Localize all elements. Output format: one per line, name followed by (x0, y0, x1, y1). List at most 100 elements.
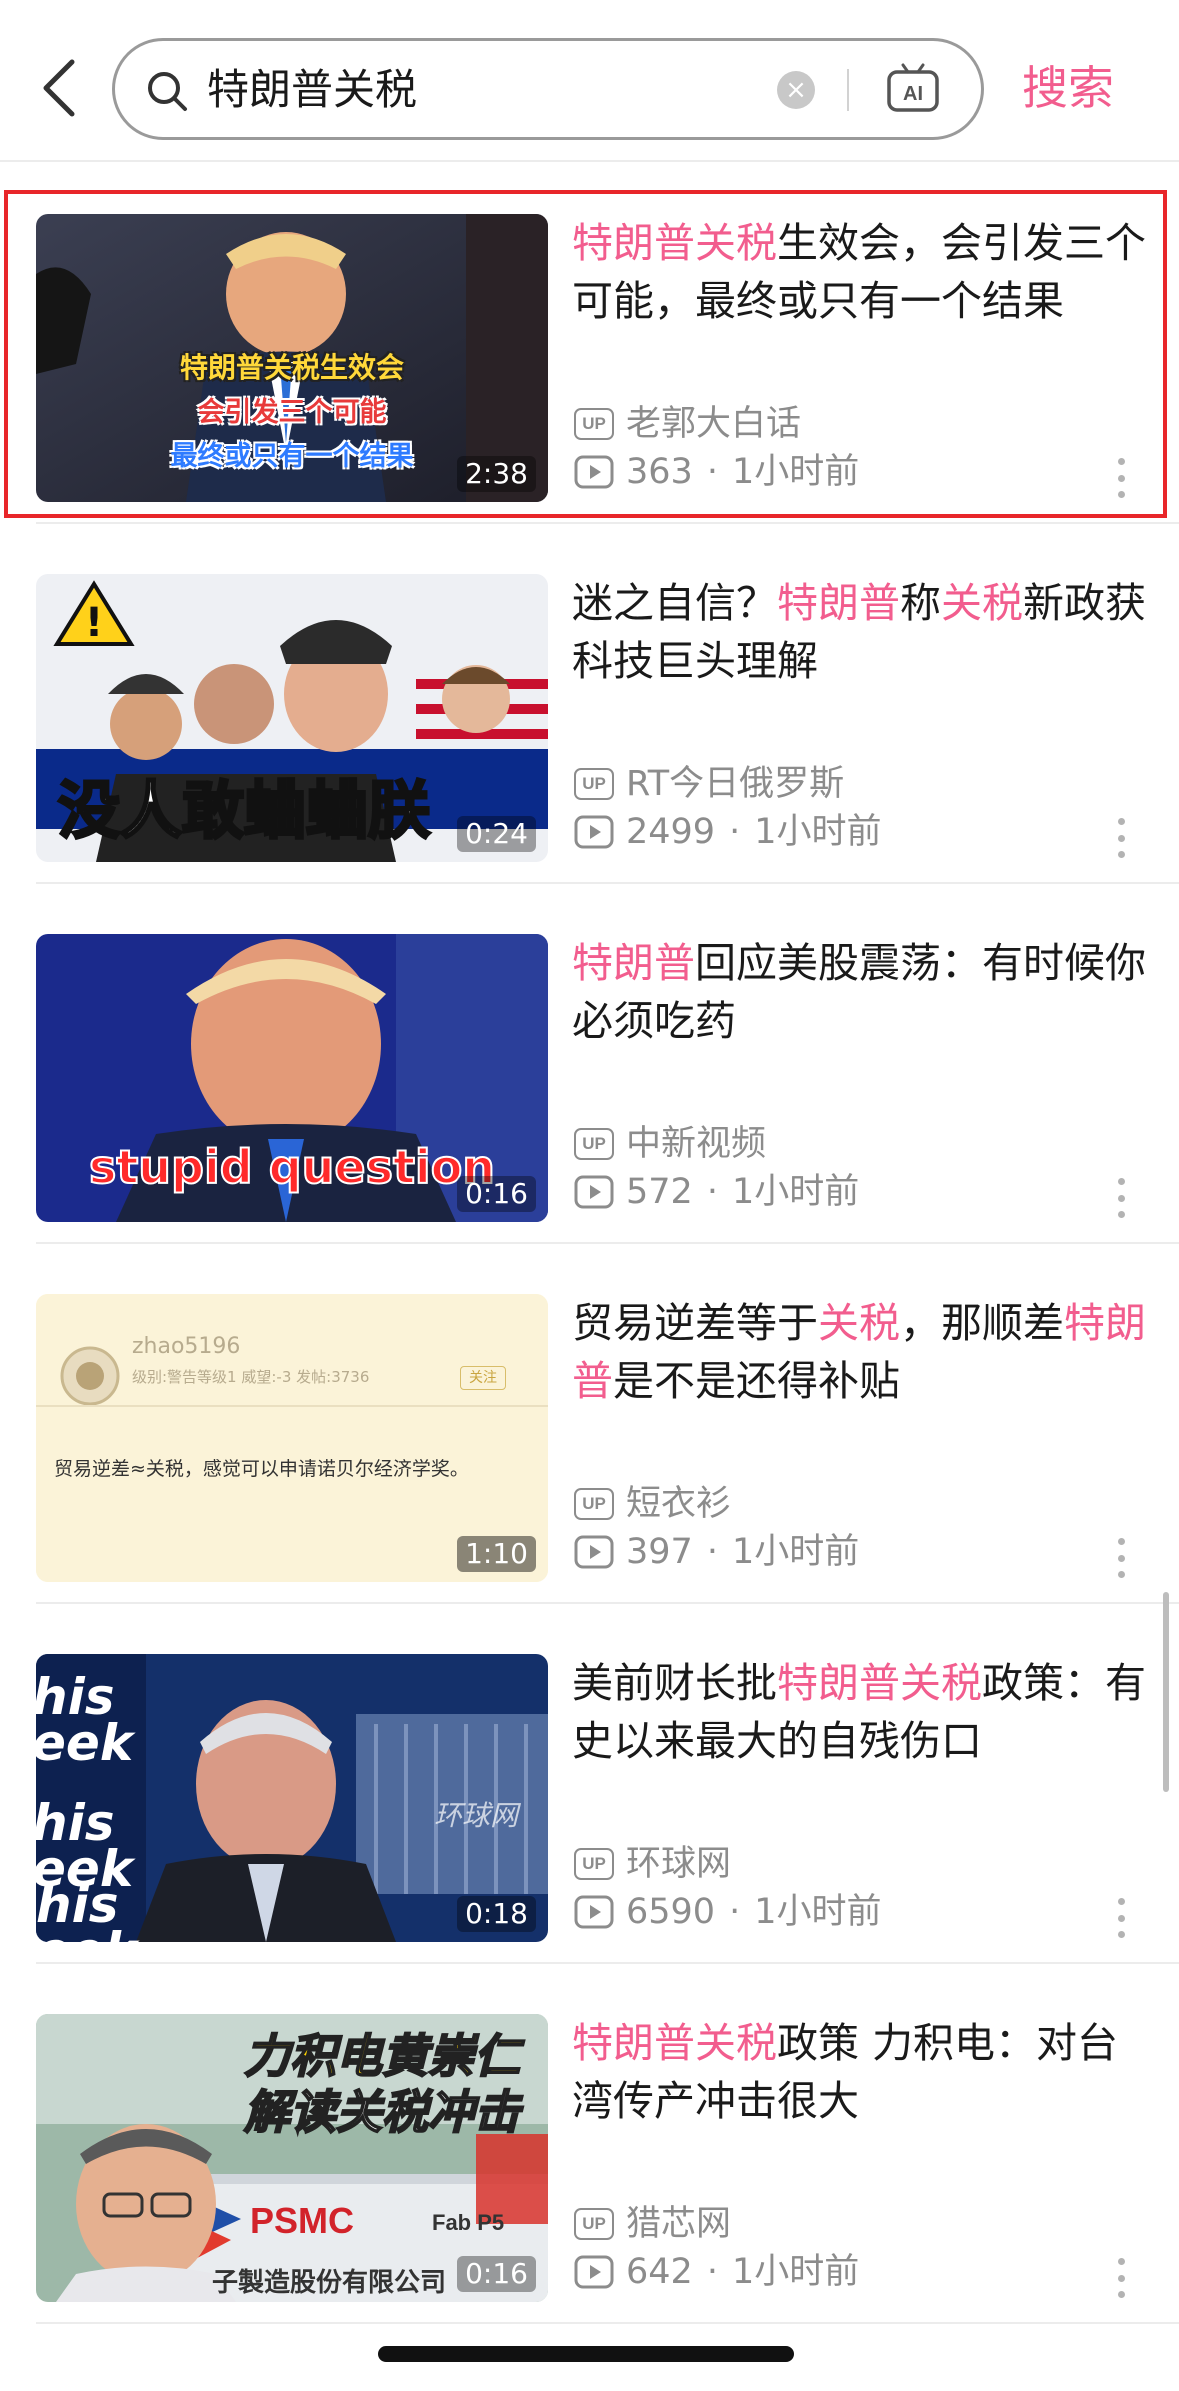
meta-dot: · (706, 1532, 718, 1572)
forum-post-text: 贸易逆差≈关税，感觉可以申请诺贝尔经济学奖。 (54, 1458, 469, 1480)
search-input[interactable]: 特朗普关税 × AI (112, 38, 984, 140)
thumbnail-caption-line: eek (36, 1714, 134, 1772)
uploader-name[interactable]: 老郭大白话 (626, 402, 801, 446)
uploader-name[interactable]: 中新视频 (626, 1122, 766, 1166)
video-duration: 1:10 (457, 1536, 536, 1572)
uploader-row[interactable]: UP 中新视频 (574, 1122, 766, 1166)
view-count: 572 (626, 1172, 693, 1212)
video-title[interactable]: 特朗普关税生效会，会引发三个可能，最终或只有一个结果 (572, 214, 1152, 330)
thumbnail-caption: his eek (36, 1880, 137, 1942)
scrollbar[interactable] (1163, 1592, 1169, 1792)
item-divider (36, 2322, 1179, 2324)
video-thumbnail[interactable]: 力积电黄崇仁 解读关税冲击 PSMC Fab P5 子製造股份有限公司 0:16 (36, 2014, 548, 2302)
uploader-name[interactable]: 短衣衫 (626, 1482, 731, 1526)
meta-row: 642 · 1小时前 (574, 2250, 859, 2294)
play-count-icon (574, 2255, 614, 2289)
view-count: 642 (626, 2252, 693, 2292)
title-keyword-highlight: 特朗普 (572, 939, 695, 987)
video-result-item[interactable]: zhao5196 级别:警告等级1 威望:-3 发帖:3736 关注 贸易逆差≈… (0, 1244, 1179, 1604)
more-options-icon[interactable] (1110, 458, 1132, 498)
video-result-item[interactable]: stupid question 0:16 特朗普回应美股震荡：有时候你必须吃药 … (0, 884, 1179, 1244)
video-title[interactable]: 特朗普关税政策 力积电：对台湾传产冲击很大 (572, 2014, 1152, 2130)
video-duration: 0:16 (457, 2256, 536, 2292)
uploader-name[interactable]: 环球网 (626, 1842, 731, 1886)
search-submit-button[interactable]: 搜索 (1022, 52, 1114, 124)
meta-row: 397 · 1小时前 (574, 1530, 859, 1574)
up-badge-icon: UP (574, 1848, 614, 1880)
up-badge-icon: UP (574, 408, 614, 440)
publish-time: 1小时前 (731, 452, 860, 492)
more-options-icon[interactable] (1110, 1538, 1132, 1578)
clear-icon[interactable]: × (777, 71, 815, 109)
play-count-icon (574, 815, 614, 849)
video-result-item[interactable]: 特朗普关税生效会 会引发三个可能 最终或只有一个结果 2:38 特朗普关税生效会… (0, 164, 1179, 524)
uploader-row[interactable]: UP 猎芯网 (574, 2202, 731, 2246)
view-count: 363 (626, 452, 693, 492)
uploader-row[interactable]: UP RT今日俄罗斯 (574, 762, 844, 806)
video-duration: 0:24 (457, 816, 536, 852)
video-thumbnail[interactable]: his eek his eek his eek 环球网 0:18 (36, 1654, 548, 1942)
up-badge-icon: UP (574, 1128, 614, 1160)
title-text: 迷之自信？ (572, 579, 777, 627)
uploader-row[interactable]: UP 短衣衫 (574, 1482, 731, 1526)
video-thumbnail[interactable]: zhao5196 级别:警告等级1 威望:-3 发帖:3736 关注 贸易逆差≈… (36, 1294, 548, 1582)
video-title[interactable]: 贸易逆差等于关税，那顺差特朗普是不是还得补贴 (572, 1294, 1152, 1410)
more-options-icon[interactable] (1110, 1178, 1132, 1218)
meta-dot: · (729, 812, 741, 852)
video-result-item[interactable]: 力积电黄崇仁 解读关税冲击 PSMC Fab P5 子製造股份有限公司 0:16… (0, 1964, 1179, 2324)
title-text: 称 (900, 579, 941, 627)
video-duration: 0:18 (457, 1896, 536, 1932)
title-keyword-highlight: 特朗普关税 (777, 1659, 982, 1707)
title-keyword-highlight: 关税 (941, 579, 1023, 627)
title-keyword-highlight: 特朗普 (777, 579, 900, 627)
up-badge-icon: UP (574, 2208, 614, 2240)
uploader-row[interactable]: UP 老郭大白话 (574, 402, 801, 446)
meta-row: 6590 · 1小时前 (574, 1890, 882, 1934)
search-query[interactable]: 特朗普关税 (207, 59, 417, 121)
more-options-icon[interactable] (1110, 1898, 1132, 1938)
svg-text:!: ! (85, 600, 103, 646)
meta-dot: · (706, 452, 718, 492)
back-button[interactable] (30, 52, 86, 124)
title-keyword-highlight: 特朗普关税 (572, 2019, 777, 2067)
search-icon (148, 72, 187, 111)
ai-label: AI (903, 83, 923, 105)
video-duration: 0:16 (457, 1176, 536, 1212)
video-title[interactable]: 迷之自信？特朗普称关税新政获科技巨头理解 (572, 574, 1152, 690)
uploader-name[interactable]: 猎芯网 (626, 2202, 731, 2246)
title-text: 美前财长批 (572, 1659, 777, 1707)
up-badge-icon: UP (574, 1488, 614, 1520)
ai-assistant-icon[interactable]: AI (885, 61, 941, 117)
video-thumbnail[interactable]: 特朗普关税生效会 会引发三个可能 最终或只有一个结果 2:38 (36, 214, 548, 502)
publish-time: 1小时前 (731, 1532, 860, 1572)
more-options-icon[interactable] (1110, 818, 1132, 858)
thumbnail-caption-line: 力积电黄崇仁 (243, 2028, 521, 2084)
video-title[interactable]: 特朗普回应美股震荡：有时候你必须吃药 (572, 934, 1152, 1050)
thumbnail-sign-text: Fab P5 (432, 2210, 505, 2235)
video-thumbnail[interactable]: ! 没人敢蛐蛐朕 0:24 (36, 574, 548, 862)
video-result-item[interactable]: his eek his eek his eek 环球网 0:18 美前财长批特朗… (0, 1604, 1179, 1964)
uploader-name[interactable]: RT今日俄罗斯 (626, 762, 844, 806)
thumbnail-caption: his eek his eek (36, 1672, 134, 1894)
publish-time: 1小时前 (754, 1892, 882, 1932)
meta-dot: · (706, 1172, 718, 1212)
thumbnail-caption-line: eek (36, 1926, 137, 1942)
uploader-row[interactable]: UP 环球网 (574, 1842, 731, 1886)
view-count: 397 (626, 1532, 693, 1572)
title-keyword-highlight: 关税 (818, 1299, 900, 1347)
video-title[interactable]: 美前财长批特朗普关税政策：有史以来最大的自残伤口 (572, 1654, 1152, 1770)
video-thumbnail[interactable]: stupid question 0:16 (36, 934, 548, 1222)
play-count-icon (574, 1535, 614, 1569)
more-options-icon[interactable] (1110, 2258, 1132, 2298)
chevron-left-icon (43, 59, 75, 117)
thumbnail-caption: 力积电黄崇仁 解读关税冲击 (36, 2028, 548, 2140)
title-text: 是不是还得补贴 (613, 1357, 900, 1405)
meta-row: 2499 · 1小时前 (574, 810, 882, 854)
play-count-icon (574, 1175, 614, 1209)
forum-username: zhao5196 (132, 1334, 241, 1359)
view-count: 2499 (626, 812, 716, 852)
video-duration: 2:38 (457, 456, 536, 492)
search-divider (847, 69, 849, 111)
thumbnail-caption: 特朗普关税生效会 (179, 351, 404, 384)
video-result-item[interactable]: ! 没人敢蛐蛐朕 0:24 迷之自信？特朗普称关税新政获科技巨头理解 UP RT… (0, 524, 1179, 884)
